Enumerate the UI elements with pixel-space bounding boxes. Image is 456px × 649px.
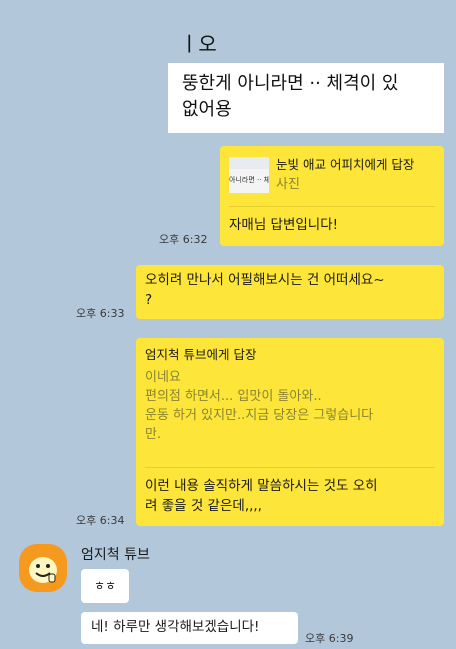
- message-text: ㅎㅎ: [94, 579, 117, 593]
- message-time: 오후 6:34: [76, 514, 125, 527]
- image-fragment-text: ㅣ오: [180, 32, 217, 56]
- reply-divider: [145, 467, 435, 468]
- thumbnail-text: 아니라면 ·· 체: [229, 176, 269, 184]
- reply-divider: [229, 206, 435, 207]
- message-text: 자매님 답변입니다!: [229, 217, 339, 233]
- image-text-line-1: 뚱한게 아니라면 ·· 체격이 있: [182, 73, 399, 94]
- image-text-line-2: 없어용: [182, 99, 232, 120]
- reply-type: 사진: [276, 177, 300, 192]
- quoted-text: 이네요 편의점 하면서... 입맛이 돌아와.. 운동 하거 있지만..지금 당…: [145, 370, 374, 442]
- message-text: 오히려 만나서 어필해보시는 건 어떠세요~ ?: [145, 272, 385, 308]
- message-time: 오후 6:32: [159, 233, 208, 246]
- reply-target: 눈빛 애교 어피치에게 답장: [276, 157, 415, 172]
- message-text: 네! 하루만 생각해보겠습니다!: [91, 619, 260, 635]
- message-text: 이런 내용 솔직하게 말씀하시는 것도 오히 려 좋을 것 같은데,,,,: [145, 478, 378, 514]
- message-time: 오후 6:39: [305, 632, 354, 645]
- shared-image[interactable]: 뚱한게 아니라면 ·· 체격이 있 없어용: [168, 63, 444, 133]
- tube-character-icon: [29, 557, 57, 583]
- sender-avatar[interactable]: [19, 544, 67, 592]
- reply-target: 엄지척 튜브에게 답장: [145, 347, 257, 362]
- reply-thumbnail[interactable]: 아니라면 ·· 체: [229, 157, 269, 193]
- message-time: 오후 6:33: [76, 307, 125, 320]
- sender-name: 엄지척 튜브: [81, 547, 150, 563]
